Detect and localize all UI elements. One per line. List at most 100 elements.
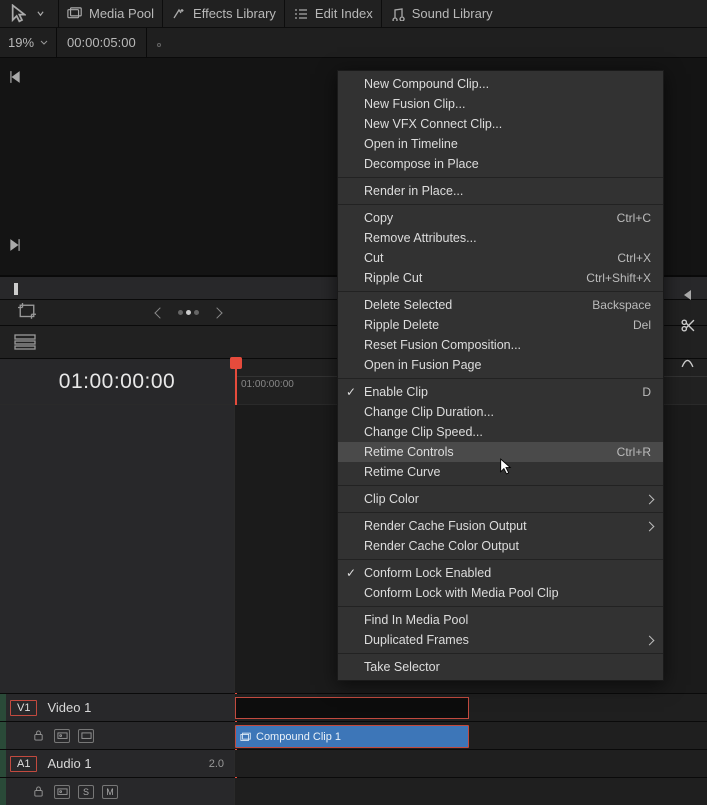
menu-item[interactable]: Open in Fusion Page [338,355,663,375]
lock-icon[interactable] [30,729,46,743]
collapse-arrow-icon[interactable] [684,290,691,300]
media-pool-icon [67,8,83,20]
menu-item[interactable]: Change Clip Duration... [338,402,663,422]
menu-item-shortcut: Backspace [592,298,651,312]
menu-item[interactable]: Conform Lock Enabled [338,563,663,583]
go-to-end-button[interactable] [8,238,22,252]
menu-item[interactable]: Delete Selected Backspace [338,295,663,315]
mute-button[interactable]: M [102,785,118,799]
menu-item[interactable]: Clip Color [338,489,663,509]
menu-item[interactable]: Reset Fusion Composition... [338,335,663,355]
audio-channel-count: 2.0 [209,758,224,770]
music-icon [390,8,406,20]
menu-item[interactable]: Ripple Cut Ctrl+Shift+X [338,268,663,288]
menu-item-label: New VFX Connect Clip... [364,117,502,131]
video-track-header-row: V1 Video 1 [0,693,707,721]
audio-track-clip-lane[interactable] [235,778,707,805]
video-track-controls [0,722,235,749]
menu-item-label: Duplicated Frames [364,633,469,647]
audio-track-header[interactable]: A1 Audio 1 2.0 [0,750,235,777]
menu-item-shortcut: Del [633,318,651,332]
menu-item[interactable]: Render Cache Color Output [338,536,663,556]
menu-item-shortcut: D [642,385,651,399]
zoom-dropdown[interactable]: 19% [0,28,57,57]
scissors-icon[interactable] [680,318,695,336]
video-track-chip[interactable]: V1 [10,700,37,716]
zoom-percent: 19% [8,35,34,50]
frame-toggle[interactable] [78,729,94,743]
menu-item[interactable]: New Fusion Clip... [338,94,663,114]
menu-item-label: Retime Controls [364,445,454,459]
curve-icon[interactable] [680,354,695,372]
menu-item[interactable]: Change Clip Speed... [338,422,663,442]
auto-select-toggle[interactable] [54,729,70,743]
menu-item[interactable]: Open in Timeline [338,134,663,154]
menu-item[interactable]: Render Cache Fusion Output [338,516,663,536]
menu-item-shortcut: Ctrl+Shift+X [586,271,651,285]
viewer-nav [156,309,221,317]
menu-item-label: Render in Place... [364,184,463,198]
duration-field[interactable]: 00:00:05:00 [57,28,147,57]
menu-item-label: Retime Curve [364,465,440,479]
auto-select-toggle[interactable] [54,785,70,799]
edit-index-label: Edit Index [315,6,373,21]
menu-item[interactable]: Decompose in Place [338,154,663,174]
menu-item[interactable]: CopyCtrl+C [338,208,663,228]
timeline-view-icon[interactable] [14,334,36,350]
menu-item-label: Clip Color [364,492,419,506]
menu-item-label: Open in Timeline [364,137,458,151]
menu-item-label: Open in Fusion Page [364,358,481,372]
crop-icon[interactable] [18,303,36,322]
master-timecode[interactable]: 01:00:00:00 [0,359,235,404]
menu-item-label: Take Selector [364,660,440,674]
audio-track-chip[interactable]: A1 [10,756,37,772]
next-button[interactable] [211,307,222,318]
audio-track-name: Audio 1 [47,756,91,771]
video-track-clip-lane[interactable]: Compound Clip 1 [235,722,707,749]
menu-item-label: Delete Selected [364,298,452,312]
menu-item[interactable]: New Compound Clip... [338,74,663,94]
video-clip-thumbnail[interactable] [235,697,469,719]
menu-item[interactable]: Find In Media Pool [338,610,663,630]
menu-item[interactable]: Duplicated Frames [338,630,663,650]
go-to-start-button[interactable] [8,70,22,84]
pointer-tool[interactable] [0,0,59,27]
menu-item-label: Conform Lock with Media Pool Clip [364,586,559,600]
menu-item-label: Cut [364,251,383,265]
menu-item-label: Ripple Cut [364,271,422,285]
effects-library-tab[interactable]: Effects Library [163,0,285,27]
menu-item-label: Render Cache Color Output [364,539,519,553]
list-icon [293,8,309,20]
audio-track-lane[interactable] [235,750,707,777]
scrub-handle[interactable] [14,283,18,295]
solo-button[interactable]: S [78,785,94,799]
menu-item[interactable]: Remove Attributes... [338,228,663,248]
video-track-header[interactable]: V1 Video 1 [0,694,235,721]
media-pool-tab[interactable]: Media Pool [59,0,163,27]
lock-icon[interactable] [30,785,46,799]
cursor-icon [10,8,26,20]
menu-item[interactable]: CutCtrl+X [338,248,663,268]
compound-clip[interactable]: Compound Clip 1 [235,725,469,748]
menu-item[interactable]: New VFX Connect Clip... [338,114,663,134]
media-pool-label: Media Pool [89,6,154,21]
effects-icon [171,8,187,20]
menu-item[interactable]: Render in Place... [338,181,663,201]
marker-dot[interactable] [147,35,171,50]
page-dots [178,310,199,315]
right-edge-controls [667,290,707,360]
menu-item[interactable]: Take Selector [338,657,663,677]
audio-track-controls-row: S M [0,777,707,805]
menu-item-label: Reset Fusion Composition... [364,338,521,352]
duration-value: 00:00:05:00 [67,35,136,50]
prev-button[interactable] [154,307,165,318]
menu-item[interactable]: Conform Lock with Media Pool Clip [338,583,663,603]
menu-item[interactable]: Ripple DeleteDel [338,315,663,335]
sound-library-tab[interactable]: Sound Library [382,0,501,27]
video-track-lane[interactable] [235,694,707,721]
mouse-cursor [499,458,513,479]
edit-index-tab[interactable]: Edit Index [285,0,382,27]
menu-item-shortcut: Ctrl+R [617,445,651,459]
menu-item[interactable]: Enable ClipD [338,382,663,402]
menu-item-label: Decompose in Place [364,157,479,171]
